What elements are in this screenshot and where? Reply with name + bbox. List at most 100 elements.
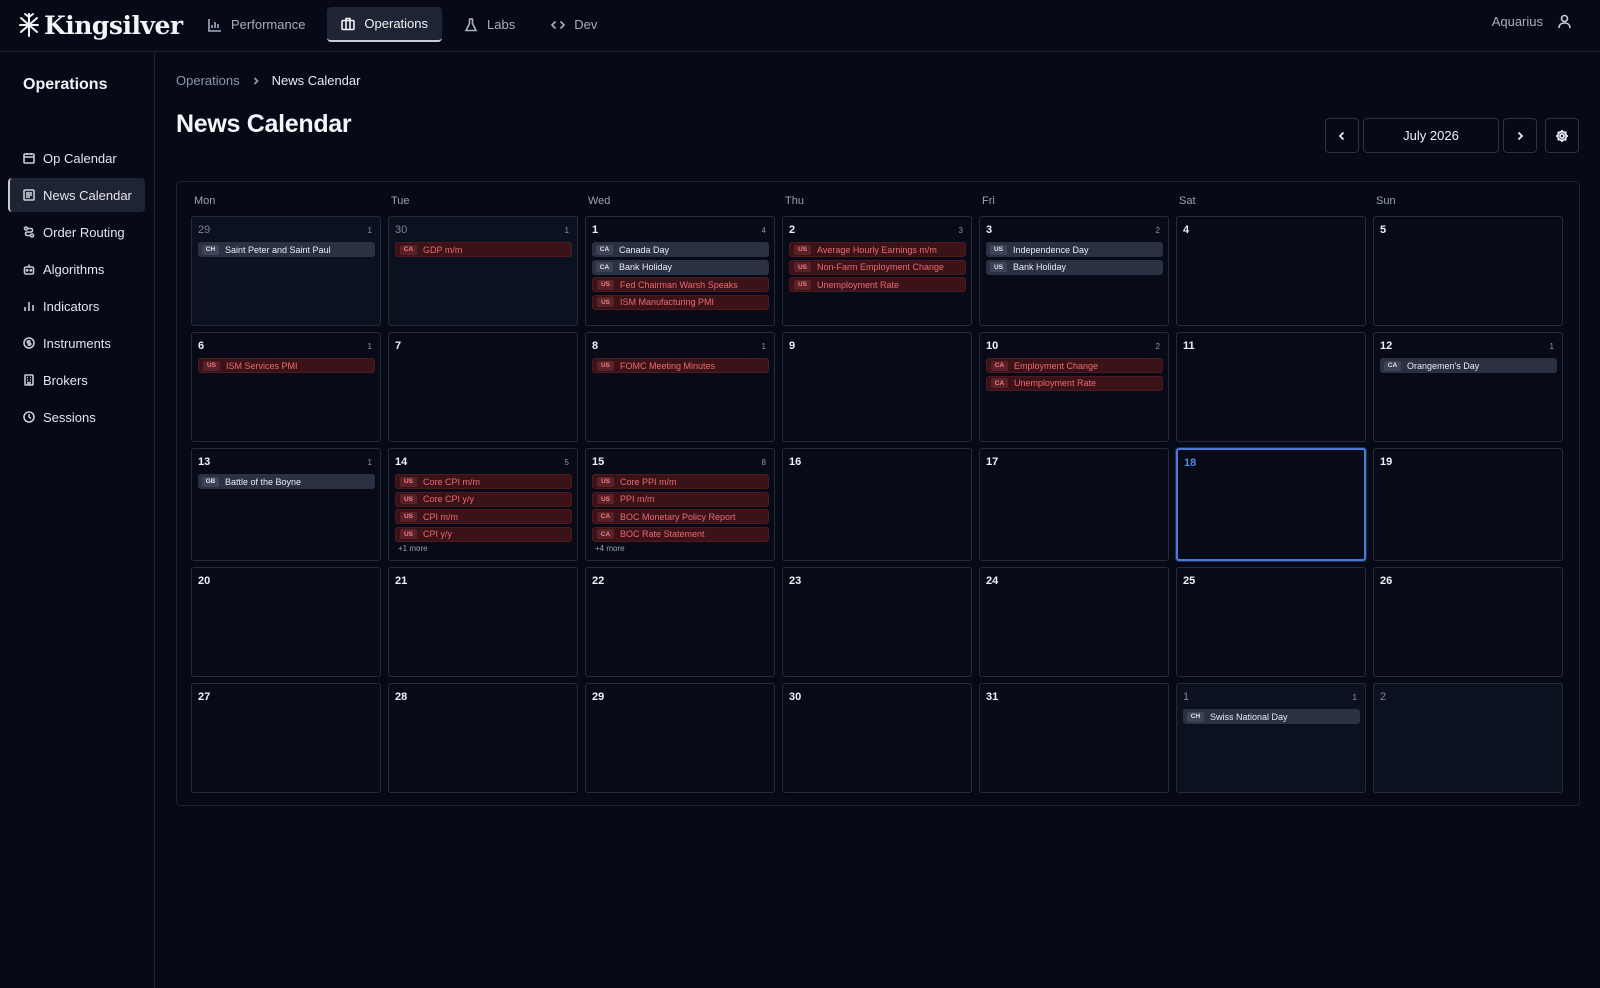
- calendar-day[interactable]: 17: [979, 448, 1169, 561]
- breadcrumb-parent[interactable]: Operations: [176, 73, 240, 88]
- calendar-day[interactable]: 16: [782, 448, 972, 561]
- event-title: Average Hourly Earnings m/m: [817, 244, 937, 255]
- calendar-event[interactable]: CH Saint Peter and Saint Paul: [198, 242, 375, 257]
- chevron-right-icon: [253, 76, 259, 85]
- calendar-day[interactable]: 2 3 US Average Hourly Earnings m/m US Non-Far…: [782, 216, 972, 326]
- calendar-event[interactable]: US Bank Holiday: [986, 259, 1163, 275]
- sidebar-item-news-calendar[interactable]: News Calendar: [8, 178, 145, 212]
- sidebar-item-op-calendar[interactable]: Op Calendar: [8, 141, 145, 175]
- sidebar-item-label: Sessions: [43, 409, 96, 425]
- user-menu[interactable]: Aquarius: [1492, 14, 1572, 29]
- calendar-day[interactable]: 20: [191, 567, 381, 677]
- calendar-event[interactable]: US CPI m/m: [395, 509, 572, 524]
- calendar-event[interactable]: US CPI y/y: [395, 526, 572, 542]
- calendar-day[interactable]: 6 1 US ISM Services PMI: [191, 332, 381, 442]
- calendar-day[interactable]: 24: [979, 567, 1169, 677]
- calendar-day[interactable]: 30: [782, 683, 972, 793]
- calendar-event[interactable]: US ISM Manufacturing PMI: [592, 294, 769, 310]
- more-events-link[interactable]: +1 more: [395, 544, 572, 553]
- prev-month-button[interactable]: [1325, 118, 1359, 153]
- calendar-event[interactable]: US Average Hourly Earnings m/m: [789, 242, 966, 257]
- nav-performance[interactable]: Performance: [194, 7, 319, 42]
- calendar-event[interactable]: CA BOC Rate Statement: [592, 526, 769, 542]
- calendar-event[interactable]: US Core CPI y/y: [395, 491, 572, 507]
- event-count: 2: [1155, 225, 1160, 235]
- calendar-day[interactable]: 1 4 CA Canada Day CA Bank Holiday US Fed Chairm…: [585, 216, 775, 326]
- calendar-day[interactable]: 4: [1176, 216, 1366, 326]
- calendar-day[interactable]: 28: [388, 683, 578, 793]
- sidebar-item-order-routing[interactable]: Order Routing: [8, 215, 145, 249]
- event-title: PPI m/m: [620, 494, 655, 504]
- calendar-event[interactable]: CA Canada Day: [592, 242, 769, 257]
- app-logo[interactable]: Kingsilver: [18, 9, 183, 41]
- calendar-day[interactable]: 8 1 US FOMC Meeting Minutes: [585, 332, 775, 442]
- calendar-day[interactable]: 7: [388, 332, 578, 442]
- calendar-day[interactable]: 3 2 US Independence Day US Bank Holiday: [979, 216, 1169, 326]
- app-name: Kingsilver: [44, 10, 183, 40]
- calendar-day[interactable]: 26: [1373, 567, 1563, 677]
- sidebar-item-indicators[interactable]: Indicators: [8, 289, 145, 323]
- nav-labs[interactable]: Labs: [450, 7, 529, 42]
- calendar-day[interactable]: 29: [585, 683, 775, 793]
- day-number: 23: [789, 575, 802, 587]
- calendar-event[interactable]: CA GDP m/m: [395, 242, 572, 257]
- day-number: 1: [592, 224, 599, 236]
- calendar-day[interactable]: 10 2 CA Employment Change CA Unemployment Rat…: [979, 332, 1169, 442]
- calendar-event[interactable]: US ISM Services PMI: [198, 358, 375, 373]
- calendar-day[interactable]: 19: [1373, 448, 1563, 561]
- calendar-event[interactable]: US Core CPI m/m: [395, 474, 572, 489]
- calendar-day[interactable]: 31: [979, 683, 1169, 793]
- day-number: 25: [1183, 575, 1196, 587]
- calendar-day[interactable]: 9: [782, 332, 972, 442]
- calendar-event[interactable]: US Core PPI m/m: [592, 474, 769, 489]
- country-tag: CA: [597, 529, 614, 539]
- calendar-day[interactable]: 25: [1176, 567, 1366, 677]
- settings-button[interactable]: [1545, 118, 1579, 153]
- day-number: 10: [986, 340, 999, 352]
- sidebar-item-algorithms[interactable]: Algorithms: [8, 252, 145, 286]
- calendar-event[interactable]: CA BOC Monetary Policy Report: [592, 509, 769, 524]
- calendar-event[interactable]: CA Unemployment Rate: [986, 375, 1163, 391]
- calendar-event[interactable]: CA Bank Holiday: [592, 259, 769, 275]
- calendar-day[interactable]: 22: [585, 567, 775, 677]
- nav-operations[interactable]: Operations: [327, 7, 443, 42]
- calendar-day-today[interactable]: 18: [1176, 448, 1366, 561]
- calendar-day[interactable]: 30 1 CA GDP m/m: [388, 216, 578, 326]
- next-month-button[interactable]: [1503, 118, 1537, 153]
- calendar-event[interactable]: US Fed Chairman Warsh Speaks: [592, 277, 769, 292]
- day-header: 81: [592, 340, 769, 352]
- calendar-event[interactable]: US PPI m/m: [592, 491, 769, 507]
- calendar-day[interactable]: 21: [388, 567, 578, 677]
- calendar-event[interactable]: GB Battle of the Boyne: [198, 474, 375, 489]
- calendar-day[interactable]: 29 1 CH Saint Peter and Saint Paul: [191, 216, 381, 326]
- sidebar-item-sessions[interactable]: Sessions: [8, 400, 145, 434]
- sidebar-item-brokers[interactable]: Brokers: [8, 363, 145, 397]
- calendar-event[interactable]: US FOMC Meeting Minutes: [592, 358, 769, 373]
- weekday-label: Thu: [785, 195, 804, 207]
- calendar-day[interactable]: 11: [1176, 332, 1366, 442]
- calendar-event[interactable]: US Unemployment Rate: [789, 277, 966, 292]
- country-tag: CA: [991, 360, 1008, 371]
- event-title: Fed Chairman Warsh Speaks: [620, 279, 738, 290]
- calendar-event[interactable]: CA Orangemen's Day: [1380, 358, 1557, 373]
- calendar-event[interactable]: CA Employment Change: [986, 358, 1163, 373]
- calendar-day[interactable]: 23: [782, 567, 972, 677]
- calendar-event[interactable]: CH Swiss National Day: [1183, 709, 1360, 724]
- calendar-week: 20 21 22 23 24 25 26: [191, 567, 1569, 677]
- sidebar-title: Operations: [23, 76, 108, 93]
- calendar-day[interactable]: 5: [1373, 216, 1563, 326]
- current-month[interactable]: July 2026: [1363, 118, 1499, 153]
- more-events-link[interactable]: +4 more: [592, 544, 769, 553]
- sidebar-item-instruments[interactable]: Instruments: [8, 326, 145, 360]
- calendar-day[interactable]: 27: [191, 683, 381, 793]
- calendar-day[interactable]: 15 8 US Core PPI m/m US PPI m/m CA BOC Monetary…: [585, 448, 775, 561]
- calendar-day[interactable]: 13 1 GB Battle of the Boyne: [191, 448, 381, 561]
- calendar-event[interactable]: US Non-Farm Employment Change: [789, 259, 966, 275]
- nav-dev[interactable]: Dev: [537, 7, 611, 42]
- event-title: GDP m/m: [423, 244, 463, 255]
- calendar-day[interactable]: 12 1 CA Orangemen's Day: [1373, 332, 1563, 442]
- calendar-day[interactable]: 14 5 US Core CPI m/m US Core CPI y/y US CPI m/m…: [388, 448, 578, 561]
- calendar-day[interactable]: 1 1 CH Swiss National Day: [1176, 683, 1366, 793]
- calendar-event[interactable]: US Independence Day: [986, 242, 1163, 257]
- calendar-day[interactable]: 2: [1373, 683, 1563, 793]
